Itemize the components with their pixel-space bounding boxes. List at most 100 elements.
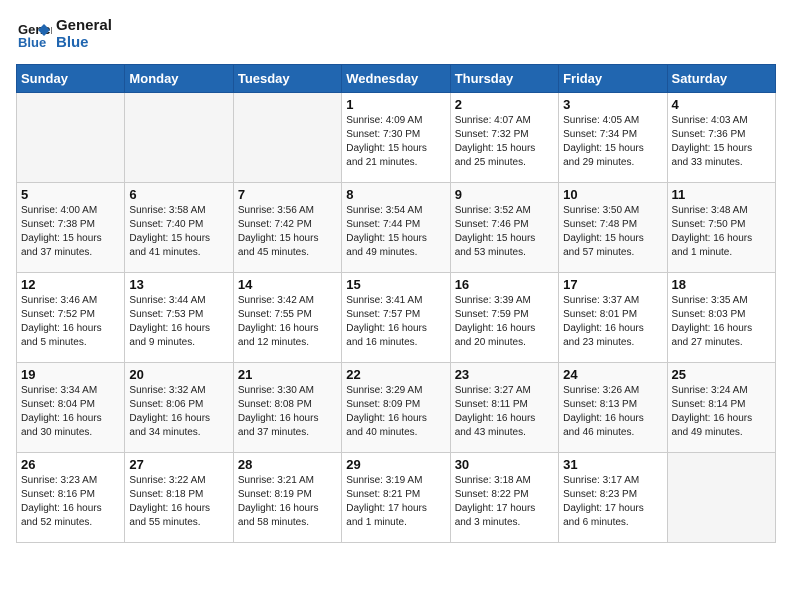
day-number: 2 — [455, 97, 554, 112]
day-number: 5 — [21, 187, 120, 202]
day-number: 19 — [21, 367, 120, 382]
day-info: Sunrise: 4:00 AM Sunset: 7:38 PM Dayligh… — [21, 204, 120, 260]
day-number: 11 — [672, 187, 771, 202]
day-number: 20 — [129, 367, 228, 382]
calendar-cell: 24 Sunrise: 3:26 AM Sunset: 8:13 PM Dayli… — [559, 363, 667, 453]
calendar-table: SundayMondayTuesdayWednesdayThursdayFrid… — [16, 64, 776, 543]
calendar-cell: 15 Sunrise: 3:41 AM Sunset: 7:57 PM Dayli… — [342, 273, 450, 363]
calendar-cell: 5 Sunrise: 4:00 AM Sunset: 7:38 PM Daylig… — [17, 183, 125, 273]
day-number: 18 — [672, 277, 771, 292]
day-info: Sunrise: 4:07 AM Sunset: 7:32 PM Dayligh… — [455, 114, 554, 170]
day-number: 3 — [563, 97, 662, 112]
calendar-cell: 21Sunrise: 3:30 AM Sunset: 8:08 PM Dayli… — [233, 363, 341, 453]
calendar-week-5: 26 Sunrise: 3:23 AM Sunset: 8:16 PM Dayli… — [17, 453, 776, 543]
calendar-cell: 20 Sunrise: 3:32 AM Sunset: 8:06 PM Dayli… — [125, 363, 233, 453]
weekday-header-monday: Monday — [125, 65, 233, 93]
calendar-cell: 29 Sunrise: 3:19 AM Sunset: 8:21 PM Dayli… — [342, 453, 450, 543]
day-info: Sunrise: 3:39 AM Sunset: 7:59 PM Dayligh… — [455, 294, 554, 350]
weekday-header-sunday: Sunday — [17, 65, 125, 93]
day-number: 23 — [455, 367, 554, 382]
calendar-cell: 30 Sunrise: 3:18 AM Sunset: 8:22 PM Dayli… — [450, 453, 558, 543]
calendar-cell: 16 Sunrise: 3:39 AM Sunset: 7:59 PM Dayli… — [450, 273, 558, 363]
day-number: 16 — [455, 277, 554, 292]
logo-blue: Blue — [56, 34, 112, 51]
weekday-header-tuesday: Tuesday — [233, 65, 341, 93]
day-number: 29 — [346, 457, 445, 472]
day-number: 8 — [346, 187, 445, 202]
calendar-cell: 22Sunrise: 3:29 AM Sunset: 8:09 PM Dayli… — [342, 363, 450, 453]
page-header: General Blue General Blue — [16, 16, 776, 52]
day-number: 10 — [563, 187, 662, 202]
day-info: Sunrise: 3:52 AM Sunset: 7:46 PM Dayligh… — [455, 204, 554, 260]
day-number: 15 — [346, 277, 445, 292]
calendar-cell: 28Sunrise: 3:21 AM Sunset: 8:19 PM Dayli… — [233, 453, 341, 543]
calendar-cell: 31Sunrise: 3:17 AM Sunset: 8:23 PM Dayli… — [559, 453, 667, 543]
day-info: Sunrise: 3:32 AM Sunset: 8:06 PM Dayligh… — [129, 384, 228, 440]
day-info: Sunrise: 3:26 AM Sunset: 8:13 PM Dayligh… — [563, 384, 662, 440]
day-info: Sunrise: 3:50 AM Sunset: 7:48 PM Dayligh… — [563, 204, 662, 260]
calendar-cell: 11 Sunrise: 3:48 AM Sunset: 7:50 PM Dayli… — [667, 183, 775, 273]
weekday-header-thursday: Thursday — [450, 65, 558, 93]
day-info: Sunrise: 3:41 AM Sunset: 7:57 PM Dayligh… — [346, 294, 445, 350]
logo-general: General — [56, 17, 112, 34]
calendar-week-1: 1Sunrise: 4:09 AM Sunset: 7:30 PM Daylig… — [17, 93, 776, 183]
calendar-week-3: 12 Sunrise: 3:46 AM Sunset: 7:52 PM Dayli… — [17, 273, 776, 363]
day-number: 31 — [563, 457, 662, 472]
logo-icon: General Blue — [16, 16, 52, 52]
weekday-header-wednesday: Wednesday — [342, 65, 450, 93]
day-number: 4 — [672, 97, 771, 112]
day-info: Sunrise: 3:21 AM Sunset: 8:19 PM Dayligh… — [238, 474, 337, 530]
day-info: Sunrise: 3:48 AM Sunset: 7:50 PM Dayligh… — [672, 204, 771, 260]
day-number: 6 — [129, 187, 228, 202]
day-info: Sunrise: 3:27 AM Sunset: 8:11 PM Dayligh… — [455, 384, 554, 440]
day-number: 7 — [238, 187, 337, 202]
day-number: 30 — [455, 457, 554, 472]
day-info: Sunrise: 4:09 AM Sunset: 7:30 PM Dayligh… — [346, 114, 445, 170]
logo: General Blue General Blue — [16, 16, 112, 52]
calendar-cell: 7Sunrise: 3:56 AM Sunset: 7:42 PM Daylig… — [233, 183, 341, 273]
calendar-cell: 9Sunrise: 3:52 AM Sunset: 7:46 PM Daylig… — [450, 183, 558, 273]
weekday-header-saturday: Saturday — [667, 65, 775, 93]
calendar-cell: 4 Sunrise: 4:03 AM Sunset: 7:36 PM Daylig… — [667, 93, 775, 183]
day-number: 13 — [129, 277, 228, 292]
calendar-cell: 1Sunrise: 4:09 AM Sunset: 7:30 PM Daylig… — [342, 93, 450, 183]
calendar-cell: 14 Sunrise: 3:42 AM Sunset: 7:55 PM Dayli… — [233, 273, 341, 363]
calendar-cell: 3 Sunrise: 4:05 AM Sunset: 7:34 PM Daylig… — [559, 93, 667, 183]
calendar-week-4: 19 Sunrise: 3:34 AM Sunset: 8:04 PM Dayli… — [17, 363, 776, 453]
day-info: Sunrise: 3:22 AM Sunset: 8:18 PM Dayligh… — [129, 474, 228, 530]
calendar-cell: 27 Sunrise: 3:22 AM Sunset: 8:18 PM Dayli… — [125, 453, 233, 543]
day-info: Sunrise: 3:19 AM Sunset: 8:21 PM Dayligh… — [346, 474, 445, 530]
day-info: Sunrise: 3:46 AM Sunset: 7:52 PM Dayligh… — [21, 294, 120, 350]
day-info: Sunrise: 3:23 AM Sunset: 8:16 PM Dayligh… — [21, 474, 120, 530]
calendar-cell: 17Sunrise: 3:37 AM Sunset: 8:01 PM Dayli… — [559, 273, 667, 363]
calendar-cell: 8Sunrise: 3:54 AM Sunset: 7:44 PM Daylig… — [342, 183, 450, 273]
day-info: Sunrise: 3:29 AM Sunset: 8:09 PM Dayligh… — [346, 384, 445, 440]
day-info: Sunrise: 3:58 AM Sunset: 7:40 PM Dayligh… — [129, 204, 228, 260]
calendar-cell: 25Sunrise: 3:24 AM Sunset: 8:14 PM Dayli… — [667, 363, 775, 453]
day-info: Sunrise: 3:42 AM Sunset: 7:55 PM Dayligh… — [238, 294, 337, 350]
day-number: 12 — [21, 277, 120, 292]
calendar-cell: 2 Sunrise: 4:07 AM Sunset: 7:32 PM Daylig… — [450, 93, 558, 183]
calendar-cell: 6 Sunrise: 3:58 AM Sunset: 7:40 PM Daylig… — [125, 183, 233, 273]
day-info: Sunrise: 3:30 AM Sunset: 8:08 PM Dayligh… — [238, 384, 337, 440]
day-number: 25 — [672, 367, 771, 382]
day-number: 24 — [563, 367, 662, 382]
day-number: 27 — [129, 457, 228, 472]
calendar-cell — [17, 93, 125, 183]
calendar-cell: 10 Sunrise: 3:50 AM Sunset: 7:48 PM Dayli… — [559, 183, 667, 273]
day-info: Sunrise: 4:03 AM Sunset: 7:36 PM Dayligh… — [672, 114, 771, 170]
day-info: Sunrise: 3:35 AM Sunset: 8:03 PM Dayligh… — [672, 294, 771, 350]
calendar-cell — [233, 93, 341, 183]
day-info: Sunrise: 3:34 AM Sunset: 8:04 PM Dayligh… — [21, 384, 120, 440]
calendar-cell: 12 Sunrise: 3:46 AM Sunset: 7:52 PM Dayli… — [17, 273, 125, 363]
day-info: Sunrise: 4:05 AM Sunset: 7:34 PM Dayligh… — [563, 114, 662, 170]
calendar-cell: 19 Sunrise: 3:34 AM Sunset: 8:04 PM Dayli… — [17, 363, 125, 453]
day-info: Sunrise: 3:37 AM Sunset: 8:01 PM Dayligh… — [563, 294, 662, 350]
day-info: Sunrise: 3:18 AM Sunset: 8:22 PM Dayligh… — [455, 474, 554, 530]
calendar-week-2: 5 Sunrise: 4:00 AM Sunset: 7:38 PM Daylig… — [17, 183, 776, 273]
day-number: 26 — [21, 457, 120, 472]
day-number: 14 — [238, 277, 337, 292]
day-info: Sunrise: 3:44 AM Sunset: 7:53 PM Dayligh… — [129, 294, 228, 350]
calendar-cell: 23 Sunrise: 3:27 AM Sunset: 8:11 PM Dayli… — [450, 363, 558, 453]
calendar-cell: 18 Sunrise: 3:35 AM Sunset: 8:03 PM Dayli… — [667, 273, 775, 363]
